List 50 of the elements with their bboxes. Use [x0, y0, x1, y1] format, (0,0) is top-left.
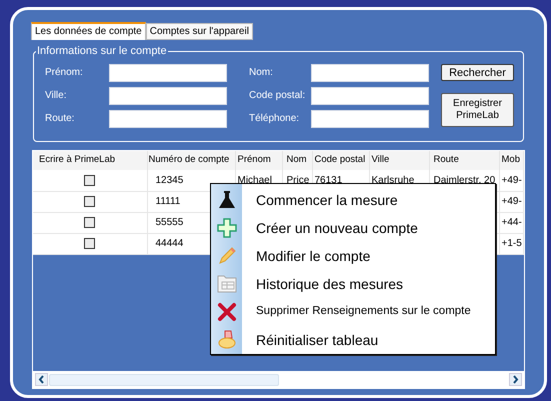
input-field[interactable]	[109, 110, 227, 128]
plus-icon	[216, 218, 236, 238]
tab[interactable]: Les données de compte	[31, 22, 146, 40]
field-label: Prénom:	[45, 66, 84, 80]
delete-icon	[216, 302, 236, 322]
menu-item[interactable]: Créer un nouveau compte	[211, 214, 495, 242]
menu-item[interactable]: Commencer la mesure	[211, 186, 495, 214]
scroll-thumb[interactable]	[49, 374, 279, 386]
field-label: Ville:	[45, 89, 68, 103]
table-cell: 11111	[156, 196, 180, 207]
field-label: Route:	[45, 112, 76, 126]
table-cell: +49-	[502, 175, 522, 186]
table-cell: 44444	[156, 238, 184, 249]
group-title: Informations sur le compte	[36, 43, 168, 59]
field-label: Nom:	[248, 66, 274, 80]
menu-item[interactable]: Modifier le compte	[211, 242, 495, 270]
tab[interactable]: Comptes sur l'appareil	[146, 23, 253, 40]
table-cell: Michael	[238, 175, 272, 186]
pencil-icon	[216, 246, 236, 266]
input-field[interactable]	[109, 64, 227, 82]
save-button[interactable]: Enregistrer PrimeLab	[441, 93, 514, 127]
eraser-icon	[216, 330, 236, 350]
input-field[interactable]	[311, 64, 429, 82]
table-cell: 76131	[314, 175, 342, 186]
checkbox[interactable]	[84, 238, 96, 249]
table-cell: +49-	[502, 196, 522, 207]
checkbox[interactable]	[84, 196, 96, 207]
table-cell: +44-	[502, 217, 522, 228]
field-label: Téléphone:	[248, 112, 300, 126]
table-cell: Daimlerstr. 20	[434, 175, 496, 186]
table-cell: 55555	[156, 217, 184, 228]
checkbox[interactable]	[84, 174, 96, 186]
scroll-right-icon[interactable]	[509, 373, 522, 386]
flask-icon	[216, 190, 236, 210]
input-field[interactable]	[311, 110, 429, 128]
table-cell: Price	[286, 175, 310, 186]
table-cell: Karlsruhe	[372, 175, 414, 186]
menu-item[interactable]: Historique des mesures	[211, 270, 495, 298]
field-label: Code postal:	[248, 89, 306, 103]
input-field[interactable]	[109, 87, 227, 105]
checkbox[interactable]	[84, 216, 96, 228]
horizontal-scrollbar[interactable]	[33, 371, 524, 388]
table-cell: 12345	[156, 175, 184, 186]
menu-item[interactable]: Réinitialiser tableau	[211, 326, 495, 354]
table-cell: +1-5	[502, 238, 522, 249]
menu-item[interactable]: Supprimer Renseignements sur le compte	[211, 298, 495, 326]
folder-icon	[216, 274, 236, 294]
scroll-left-icon[interactable]	[35, 373, 48, 386]
search-button[interactable]: Rechercher	[441, 64, 514, 81]
input-field[interactable]	[311, 87, 429, 105]
